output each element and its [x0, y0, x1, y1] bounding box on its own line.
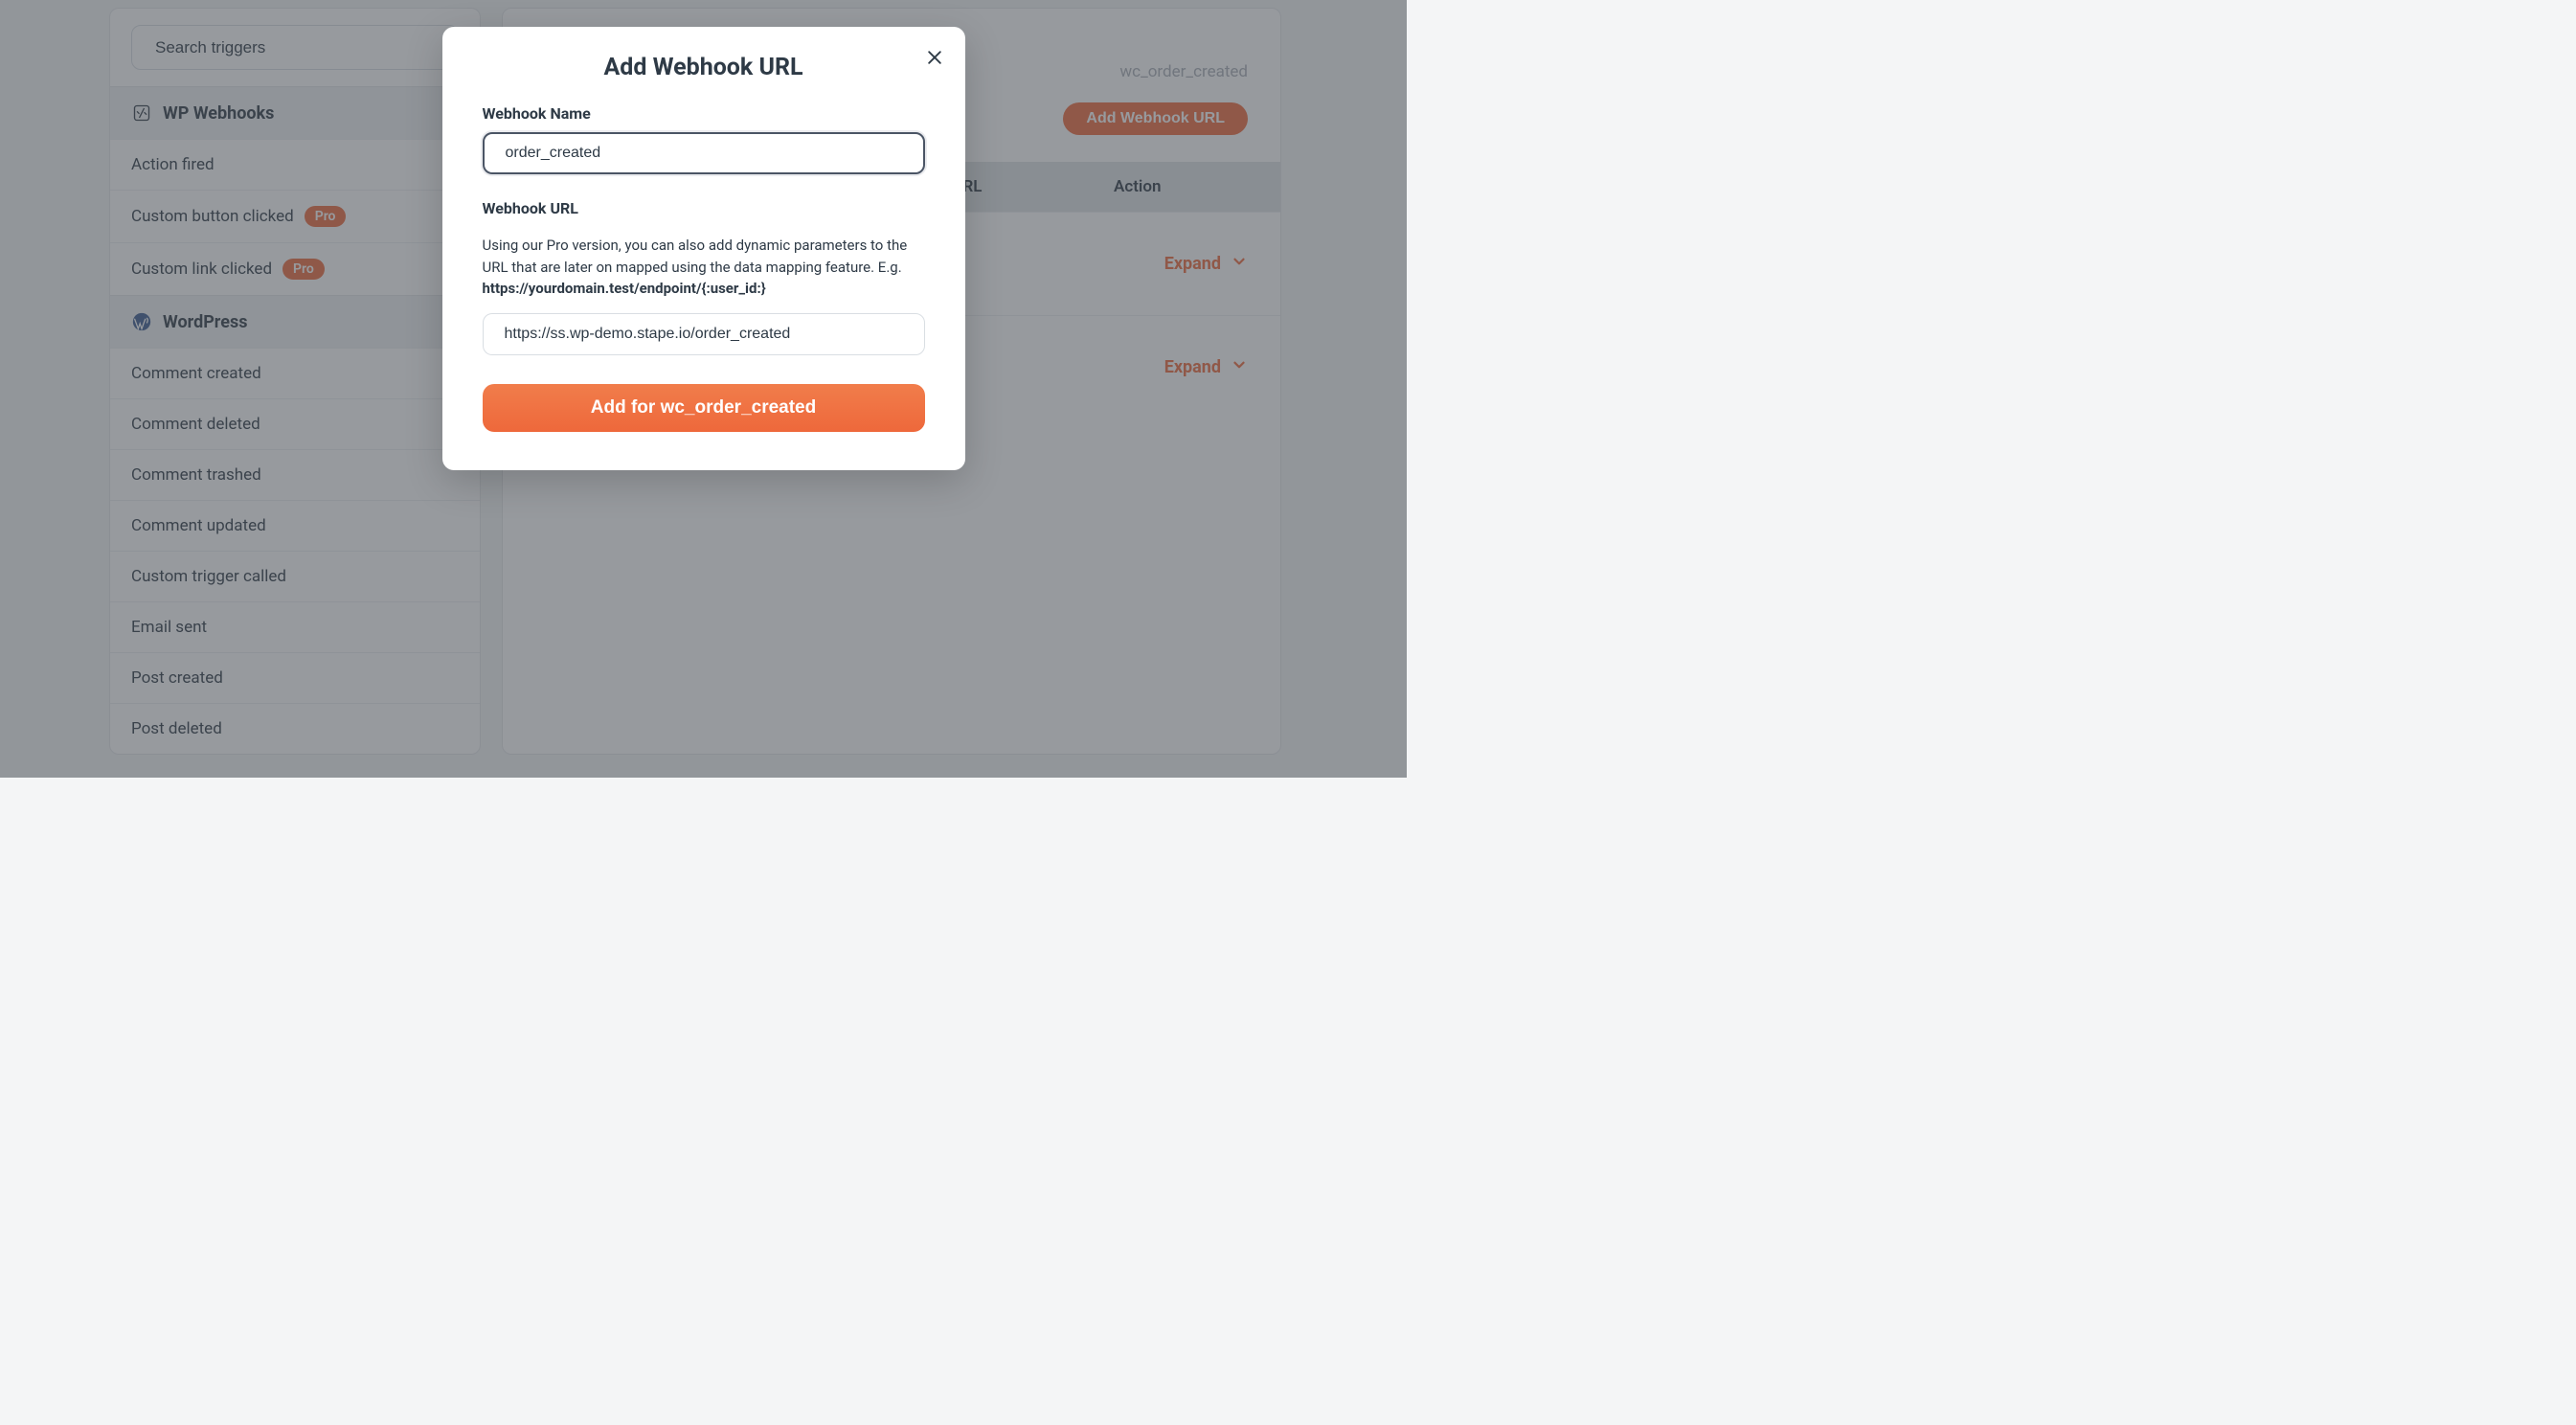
webhook-url-hint: Using our Pro version, you can also add …	[483, 235, 925, 300]
hint-text: Using our Pro version, you can also add …	[483, 237, 908, 276]
webhook-name-label: Webhook Name	[483, 104, 925, 123]
webhook-name-input[interactable]	[483, 132, 925, 174]
add-for-trigger-button[interactable]: Add for wc_order_created	[483, 384, 925, 432]
webhook-url-label: Webhook URL	[483, 199, 925, 217]
hint-example: https://yourdomain.test/endpoint/{:user_…	[483, 280, 766, 297]
close-icon[interactable]	[921, 44, 948, 71]
modal-overlay[interactable]: Add Webhook URL Webhook Name Webhook URL…	[0, 0, 1407, 778]
modal-title: Add Webhook URL	[483, 54, 925, 81]
add-webhook-modal: Add Webhook URL Webhook Name Webhook URL…	[442, 27, 965, 470]
webhook-url-input[interactable]	[483, 313, 925, 355]
